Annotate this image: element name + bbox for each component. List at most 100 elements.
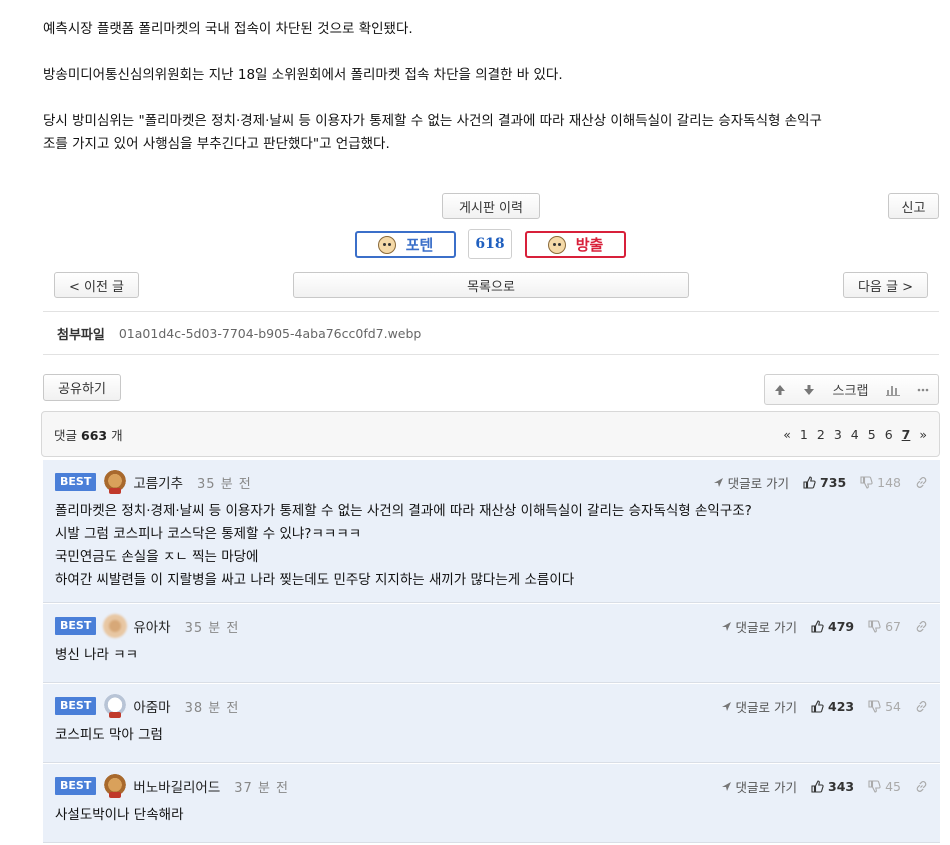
thumbs-down-icon — [868, 779, 881, 793]
board-history-button[interactable]: 게시판 이력 — [442, 193, 540, 219]
arrow-down-icon[interactable] — [803, 384, 815, 396]
thumbs-down-icon — [860, 475, 873, 489]
comment-body: 코스피도 막아 그럼 — [55, 718, 928, 757]
send-arrow-icon — [721, 781, 731, 791]
comment-like-button[interactable]: 735 — [803, 475, 846, 490]
comment-time: 35 분 전 — [184, 620, 240, 636]
list-button[interactable]: 목록으로 — [293, 272, 689, 298]
comment-time: 37 분 전 — [234, 780, 290, 796]
more-options-icon[interactable] — [917, 388, 929, 392]
comment-like-button[interactable]: 423 — [811, 699, 854, 714]
share-button[interactable]: 공유하기 — [43, 374, 121, 401]
comment-time: 38 분 전 — [184, 700, 240, 716]
best-badge: BEST — [55, 777, 97, 795]
upvote-label: 포텐 — [405, 236, 434, 254]
reply-label: 댓글로 가기 — [735, 779, 797, 795]
send-arrow-icon — [721, 701, 731, 711]
dog-avatar-icon[interactable] — [103, 774, 128, 798]
comment-author[interactable]: 아줌마 — [133, 696, 170, 716]
like-count: 343 — [828, 778, 855, 794]
page-link[interactable]: 2 — [817, 427, 825, 442]
comment-time: 35 분 전 — [197, 476, 252, 492]
go-to-reply-button[interactable]: 댓글로 가기 — [713, 473, 789, 492]
report-button[interactable]: 신고 — [888, 193, 939, 219]
comment-dislike-button[interactable]: 54 — [868, 699, 901, 714]
angry-face-icon — [547, 235, 566, 254]
comment-text-line: 폴리마켓은 정치·경제·날씨 등 이용자가 통제할 수 없는 사건의 결과에 따… — [55, 503, 752, 519]
comment-item: BEST 아줌마 38 분 전 댓글로 가기 423 54 코스피도 막아 그럼 — [43, 684, 940, 763]
bar-chart-icon[interactable] — [885, 384, 900, 396]
comment-body: 병신 나라 ㅋㅋ — [55, 638, 928, 677]
comment-count-suffix: 개 — [111, 427, 123, 443]
dislike-count: 54 — [885, 698, 901, 714]
comment-dislike-button[interactable]: 67 — [868, 619, 901, 634]
article-line: 조를 가지고 있어 사행심을 부추긴다고 판단했다"고 언급했다. — [43, 136, 390, 152]
comment-author[interactable]: 버노바길리어드 — [133, 776, 220, 796]
like-count: 479 — [828, 618, 855, 634]
go-to-reply-button[interactable]: 댓글로 가기 — [721, 617, 797, 636]
comment-text-line: 시발 그럼 코스피나 코스닥은 통제할 수 있냐?ㅋㅋㅋㅋ — [55, 526, 362, 542]
page-link[interactable]: 1 — [800, 427, 808, 442]
comment-dislike-button[interactable]: 45 — [868, 779, 901, 794]
comment-author[interactable]: 고름기추 — [133, 472, 183, 492]
vote-score: 618 — [468, 229, 512, 259]
page-link[interactable]: 5 — [868, 427, 876, 442]
comment-text-line: 코스피도 막아 그럼 — [55, 727, 163, 743]
reply-label: 댓글로 가기 — [727, 475, 790, 491]
downvote-button[interactable]: 방출 — [525, 231, 626, 258]
comment-text-line: 하여간 씨발련들 이 지랄병을 싸고 나라 찢는데도 민주당 지지하는 새끼가 … — [55, 572, 575, 588]
arrow-up-icon[interactable] — [774, 384, 786, 396]
link-icon[interactable] — [915, 780, 928, 793]
best-badge: BEST — [55, 617, 97, 635]
comment-dislike-button[interactable]: 148 — [860, 475, 901, 490]
comment-text-line: 병신 나라 ㅋㅋ — [55, 647, 139, 663]
like-count: 735 — [820, 474, 847, 490]
next-post-button[interactable]: 다음 글 > — [843, 272, 928, 298]
attachment-filename[interactable]: 01a01d4c-5d03-7704-b905-4aba76cc0fd7.web… — [119, 326, 422, 341]
comment-like-button[interactable]: 343 — [811, 779, 854, 794]
downvote-label: 방출 — [575, 236, 604, 254]
page-link[interactable]: 6 — [885, 427, 893, 442]
link-icon[interactable] — [915, 620, 928, 633]
reply-label: 댓글로 가기 — [735, 699, 797, 715]
post-toolbar: 스크랩 — [764, 374, 939, 405]
dog-avatar-icon[interactable] — [103, 470, 128, 494]
thumbs-down-icon — [868, 699, 881, 713]
comments-header: 댓글 663 개 « 1 2 3 4 5 6 7 » — [41, 411, 940, 457]
comment-count-prefix: 댓글 — [54, 427, 78, 443]
dislike-count: 67 — [885, 618, 901, 634]
page-link[interactable]: 4 — [851, 427, 859, 442]
comment-like-button[interactable]: 479 — [811, 619, 854, 634]
page-first[interactable]: « — [783, 427, 791, 442]
comment-count: 댓글 663 개 — [54, 425, 123, 444]
comment-pagination: « 1 2 3 4 5 6 7 » — [783, 427, 927, 442]
upvote-button[interactable]: 포텐 — [355, 231, 456, 258]
comment-body: 폴리마켓은 정치·경제·날씨 등 이용자가 통제할 수 없는 사건의 결과에 따… — [55, 494, 928, 602]
comment-item: BEST 버노바길리어드 37 분 전 댓글로 가기 343 45 사설도박이나… — [43, 764, 940, 843]
page-current[interactable]: 7 — [902, 427, 911, 442]
go-to-reply-button[interactable]: 댓글로 가기 — [721, 777, 797, 796]
blurred-avatar-icon[interactable] — [103, 614, 128, 638]
link-icon[interactable] — [915, 700, 928, 713]
page-last[interactable]: » — [919, 427, 927, 442]
article-line: 예측시장 플랫폼 폴리마켓의 국내 접속이 차단된 것으로 확인됐다. — [43, 21, 413, 37]
go-to-reply-button[interactable]: 댓글로 가기 — [721, 697, 797, 716]
thumbs-up-icon — [811, 779, 824, 793]
comment-body: 사설도박이나 단속해라 — [55, 798, 928, 837]
thumbs-up-icon — [811, 699, 824, 713]
article-line: 당시 방미심위는 "폴리마켓은 정치·경제·날씨 등 이용자가 통제할 수 없는… — [43, 113, 822, 129]
dislike-count: 45 — [885, 778, 901, 794]
best-badge: BEST — [55, 473, 97, 491]
comment-text-line: 국민연금도 손실을 ㅈㄴ 찍는 마당에 — [55, 549, 259, 565]
reply-label: 댓글로 가기 — [735, 619, 797, 635]
comment-author[interactable]: 유아차 — [133, 616, 170, 636]
prev-post-button[interactable]: < 이전 글 — [54, 272, 139, 298]
scrap-button[interactable]: 스크랩 — [833, 380, 869, 399]
page-link[interactable]: 3 — [834, 427, 842, 442]
thumbs-up-icon — [803, 475, 816, 489]
smile-face-icon — [377, 235, 396, 254]
send-arrow-icon — [721, 621, 731, 631]
thumbs-down-icon — [868, 619, 881, 633]
white-dog-avatar-icon[interactable] — [103, 694, 128, 718]
link-icon[interactable] — [915, 476, 928, 489]
